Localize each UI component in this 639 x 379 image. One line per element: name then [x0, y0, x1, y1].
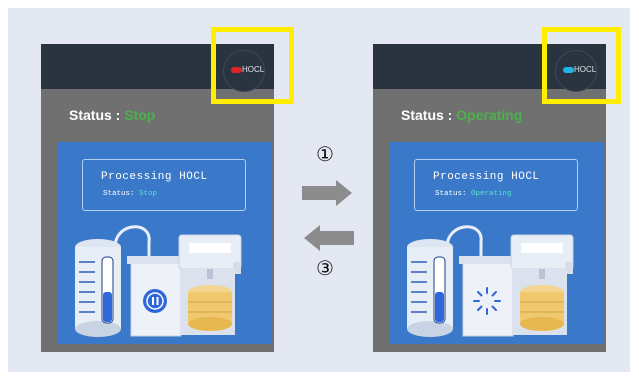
hocl-machine-illustration: [75, 225, 242, 337]
step-number-1: ①: [316, 142, 334, 166]
arrow-left-icon: [304, 225, 354, 251]
logo-highlight-box: [211, 27, 294, 104]
status-label: Status :: [401, 107, 457, 123]
logo-highlight-box: [542, 27, 621, 104]
device-screen: Processing HOCL Status: Operating: [389, 142, 603, 344]
status-value: Operating: [456, 107, 523, 123]
control-unit-icon: [127, 256, 182, 337]
status-value: Stop: [124, 107, 156, 123]
status-line: Status : Operating: [401, 107, 522, 123]
status-label: Status :: [69, 107, 125, 123]
arrow-right-icon: [302, 180, 352, 206]
hocl-machine-illustration: [407, 225, 574, 337]
device-screen: Processing HOCL Status: Stop: [57, 142, 271, 344]
control-unit-icon: [459, 256, 514, 337]
dispenser-icon: [178, 234, 242, 335]
status-line: Status : Stop: [69, 107, 155, 123]
dispenser-icon: [510, 234, 574, 335]
tank-icon: [75, 239, 121, 337]
step-number-3: ③: [316, 256, 334, 280]
tank-icon: [407, 239, 453, 337]
